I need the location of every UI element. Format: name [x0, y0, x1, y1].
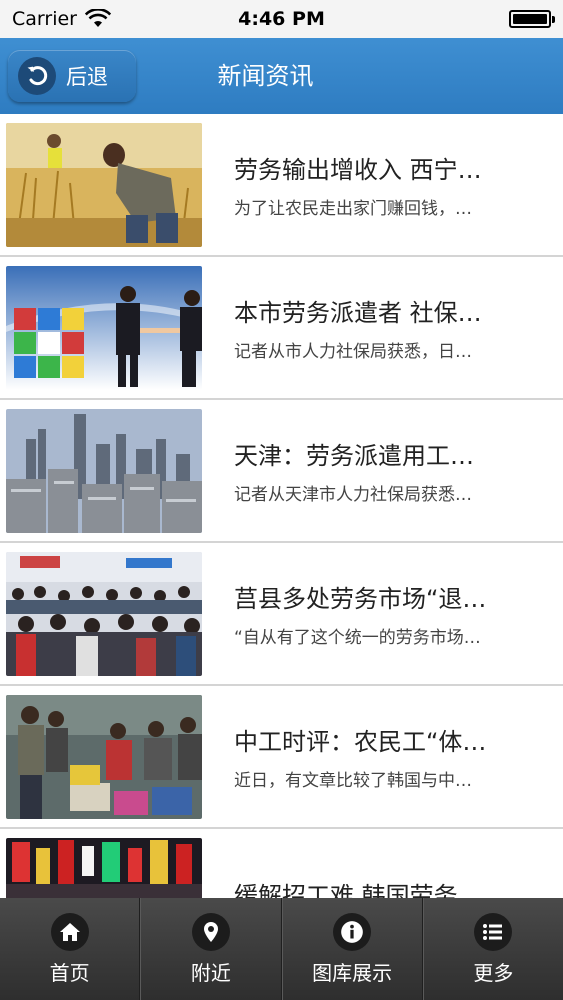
info-icon [333, 912, 372, 951]
news-thumbnail [6, 122, 202, 247]
news-item[interactable]: 中工时评：农民工“体… 近日，有文章比较了韩国与中… [0, 686, 563, 829]
news-item[interactable]: 劳务输出增收入 西宁… 为了让农民走出家门赚回钱，… [0, 114, 563, 257]
tab-home[interactable]: 首页 [0, 898, 141, 1000]
news-item[interactable]: 本市劳务派遣者 社保… 记者从市人力社保局获悉，日… [0, 257, 563, 400]
status-bar: Carrier 4:46 PM [0, 0, 563, 38]
news-title: 天津：劳务派遣用工… [234, 441, 474, 470]
page-title: 新闻资讯 [217, 62, 314, 90]
news-thumbnail [6, 408, 202, 533]
news-title: 中工时评：农民工“体… [234, 727, 487, 756]
tab-label: 更多 [473, 960, 514, 985]
news-item[interactable]: 天津：劳务派遣用工… 记者从天津市人力社保局获悉… [0, 400, 563, 543]
list-icon [474, 912, 513, 951]
location-pin-icon [191, 912, 230, 951]
tab-label: 首页 [49, 960, 90, 985]
tab-bar: 首页 附近 图库展示 更多 [0, 898, 563, 1000]
back-button[interactable]: 后退 [8, 50, 136, 102]
tab-label: 图库展示 [312, 960, 393, 985]
nav-bar: 新闻资讯 后退 [0, 38, 563, 114]
carrier-label: Carrier [12, 8, 77, 30]
battery-icon [509, 10, 555, 28]
news-thumbnail [6, 551, 202, 676]
news-summary: “自从有了这个统一的劳务市场… [234, 627, 481, 648]
news-title: 缓解招工难 韩国劳务… [234, 881, 482, 899]
news-thumbnail [6, 837, 202, 898]
status-left: Carrier [12, 8, 111, 30]
news-title: 劳务输出增收入 西宁… [234, 155, 482, 184]
wifi-icon [84, 9, 111, 27]
back-arrow-icon [18, 57, 56, 95]
news-title: 本市劳务派遣者 社保… [234, 298, 482, 327]
news-title: 莒县多处劳务市场“退… [234, 584, 487, 613]
tab-more[interactable]: 更多 [422, 898, 563, 1000]
news-list[interactable]: 劳务输出增收入 西宁… 为了让农民走出家门赚回钱，… 本市劳务派遣者 社保… 记… [0, 114, 563, 898]
news-thumbnail [6, 694, 202, 819]
news-summary: 近日，有文章比较了韩国与中… [234, 770, 472, 791]
news-summary: 为了让农民走出家门赚回钱，… [234, 198, 472, 219]
news-summary: 记者从市人力社保局获悉，日… [234, 341, 472, 362]
tab-gallery[interactable]: 图库展示 [281, 898, 423, 1000]
news-summary: 记者从天津市人力社保局获悉… [234, 484, 472, 505]
home-icon [50, 912, 89, 951]
tab-label: 附近 [190, 960, 231, 985]
news-thumbnail [6, 265, 202, 390]
tab-nearby[interactable]: 附近 [140, 898, 282, 1000]
back-label: 后退 [66, 65, 108, 89]
news-item[interactable]: 缓解招工难 韩国劳务… [0, 829, 563, 898]
news-item[interactable]: 莒县多处劳务市场“退… “自从有了这个统一的劳务市场… [0, 543, 563, 686]
